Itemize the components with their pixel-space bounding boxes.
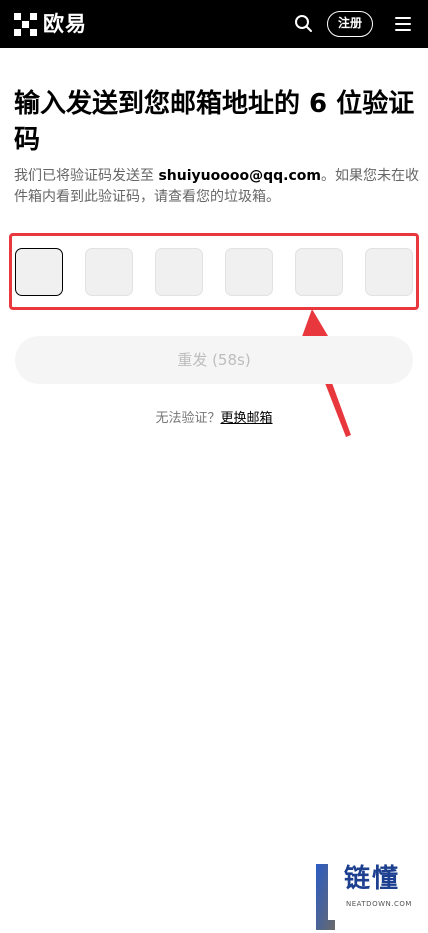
- watermark: 链懂 NEATDOWN.COM: [310, 862, 428, 933]
- code-highlight-box: [9, 233, 419, 310]
- watermark-logo-icon: [316, 864, 335, 930]
- code-input-5[interactable]: [295, 248, 343, 296]
- instruction-text: 我们已将验证码发送至 shuiyuoooo@qq.com。如果您未在收件箱内看到…: [14, 166, 419, 208]
- resend-code-button[interactable]: 重发 (58s): [15, 336, 413, 384]
- code-input-6[interactable]: [365, 248, 413, 296]
- code-input-1[interactable]: [15, 248, 63, 296]
- search-icon[interactable]: [294, 14, 314, 34]
- register-button[interactable]: 注册: [327, 11, 373, 37]
- logo-text: 欧易: [43, 12, 87, 36]
- logo-mark-icon: [14, 12, 37, 36]
- code-input-3[interactable]: [155, 248, 203, 296]
- page-title: 输入发送到您邮箱地址的 6 位验证码: [14, 89, 415, 155]
- change-email-link[interactable]: 更换邮箱: [221, 411, 273, 426]
- top-bar: 欧易 注册: [0, 0, 428, 48]
- code-input-2[interactable]: [85, 248, 133, 296]
- okx-logo[interactable]: 欧易: [14, 12, 87, 36]
- email-address: shuiyuoooo@qq.com: [158, 168, 321, 184]
- hamburger-menu-icon[interactable]: [395, 17, 411, 31]
- watermark-text: 链懂: [344, 864, 401, 894]
- cannot-verify-text: 无法验证？: [155, 411, 221, 426]
- watermark-subtext: NEATDOWN.COM: [346, 900, 412, 908]
- instruction-prefix: 我们已将验证码发送至: [14, 168, 159, 184]
- help-line: 无法验证？更换邮箱: [0, 407, 428, 426]
- code-input-4[interactable]: [225, 248, 273, 296]
